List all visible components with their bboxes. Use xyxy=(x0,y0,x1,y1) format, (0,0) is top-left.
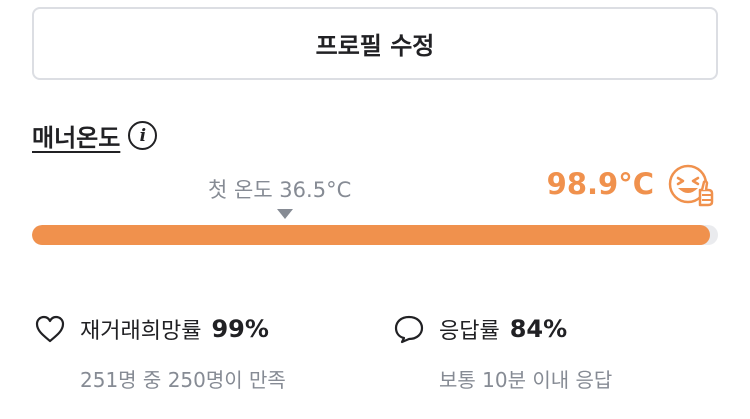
laughing-face-thumbs-up-icon xyxy=(668,164,714,207)
response-rate-label: 응답률 xyxy=(439,319,500,344)
response-rate-detail: 보통 10분 이내 응답 xyxy=(439,368,613,392)
info-icon[interactable]: i xyxy=(128,121,158,150)
response-rate-value: 84% xyxy=(509,315,568,343)
heart-icon xyxy=(35,315,65,343)
rehire-rate-detail: 251명 중 250명이 만족 xyxy=(80,368,286,392)
rehire-rate-label: 재거래희망률 xyxy=(80,319,202,344)
edit-profile-button[interactable]: 프로필 수정 xyxy=(32,7,718,80)
speech-bubble-icon xyxy=(394,315,424,344)
rehire-rate-stat: 재거래희망률 99% 251명 중 250명이 만족 xyxy=(34,312,286,393)
first-temperature-marker xyxy=(277,209,293,219)
rehire-rate-value: 99% xyxy=(211,315,269,343)
manner-temperature-bar-fill xyxy=(32,225,711,245)
manner-temperature-title[interactable]: 매너온도 xyxy=(32,118,120,153)
manner-temperature-header: 매너온도 i xyxy=(32,118,158,153)
manner-temperature-bar xyxy=(32,225,718,245)
response-rate-stat: 응답률 84% 보통 10분 이내 응답 xyxy=(393,312,612,393)
current-temperature: 98.9°C xyxy=(546,167,654,201)
first-temperature-label: 첫 온도 36.5°C xyxy=(208,178,352,202)
